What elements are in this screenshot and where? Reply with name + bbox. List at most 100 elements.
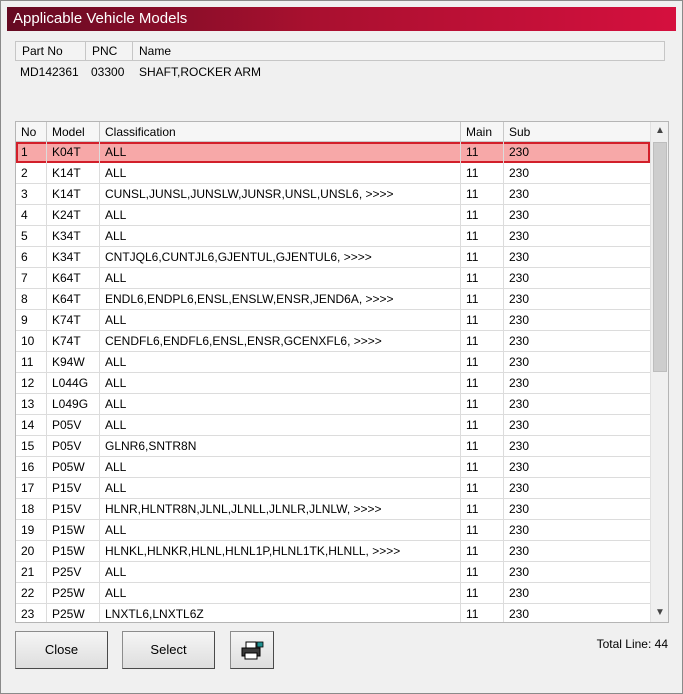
column-header-classification[interactable]: Classification — [100, 122, 461, 142]
cell-main: 11 — [461, 184, 504, 205]
cell-model: K04T — [47, 142, 100, 163]
cell-main: 11 — [461, 541, 504, 562]
cell-main: 11 — [461, 163, 504, 184]
cell-classification: ALL — [100, 205, 461, 226]
cell-classification: CNTJQL6,CUNTJL6,GJENTUL,GJENTUL6, >>>> — [100, 247, 461, 268]
cell-main: 11 — [461, 205, 504, 226]
table-row[interactable]: 20 P15W HLNKL,HLNKR,HLNL,HLNL1P,HLNL1TK,HL… — [16, 541, 650, 562]
cell-classification: HLNKL,HLNKR,HLNL,HLNL1P,HLNL1TK,HLNLL, >… — [100, 541, 461, 562]
table-row[interactable]: 10 K74T CENDFL6,ENDFL6,ENSL,ENSR,GCENXFL6,… — [16, 331, 650, 352]
table-row[interactable]: 7 K64T ALL 11 230 — [16, 268, 650, 289]
column-header-model[interactable]: Model — [47, 122, 100, 142]
cell-main: 11 — [461, 415, 504, 436]
table-row[interactable]: 19 P15W ALL 11 230 — [16, 520, 650, 541]
scroll-thumb[interactable] — [653, 142, 667, 372]
part-info-panel: Part No PNC Name MD142361 03300 SHAFT,RO… — [15, 41, 665, 119]
cell-sub: 230 — [509, 439, 530, 453]
cell-sub: 230 — [509, 355, 530, 369]
applicable-vehicle-models-dialog: Applicable Vehicle Models Part No PNC Na… — [0, 0, 683, 694]
scroll-down-arrow-icon[interactable]: ▼ — [651, 604, 668, 622]
cell-sub: 230 — [509, 586, 530, 600]
print-button[interactable] — [230, 631, 274, 669]
table-row[interactable]: 3 K14T CUNSL,JUNSL,JUNSLW,JUNSR,UNSL,UNSL6… — [16, 184, 650, 205]
part-name: SHAFT,ROCKER ARM — [139, 65, 262, 79]
cell-classification: ALL — [100, 310, 461, 331]
cell-main: 11 — [461, 142, 504, 163]
column-header-main[interactable]: Main — [461, 122, 504, 142]
cell-main: 11 — [461, 247, 504, 268]
table-row[interactable]: 13 L049G ALL 11 230 — [16, 394, 650, 415]
table-row[interactable]: 5 K34T ALL 11 230 — [16, 226, 650, 247]
cell-sub: 230 — [509, 481, 530, 495]
cell-classification: ALL — [100, 163, 461, 184]
cell-no: 9 — [16, 310, 47, 331]
table-row[interactable]: 23 P25W LNXTL6,LNXTL6Z 11 230 — [16, 604, 650, 622]
table-row[interactable]: 21 P25V ALL 11 230 — [16, 562, 650, 583]
cell-main: 11 — [461, 226, 504, 247]
cell-classification: CUNSL,JUNSL,JUNSLW,JUNSR,UNSL,UNSL6, >>>… — [100, 184, 461, 205]
table-row[interactable]: 4 K24T ALL 11 230 — [16, 205, 650, 226]
cell-model: K14T — [47, 163, 100, 184]
cell-model: P25W — [47, 583, 100, 604]
cell-sub: 230 — [509, 187, 530, 201]
table-row[interactable]: 12 L044G ALL 11 230 — [16, 373, 650, 394]
cell-model: P15V — [47, 499, 100, 520]
cell-classification: ALL — [100, 478, 461, 499]
cell-main: 11 — [461, 478, 504, 499]
part-number: MD142361 — [20, 65, 79, 79]
scroll-up-arrow-icon[interactable]: ▲ — [651, 122, 668, 140]
table-header: No Model Classification Main Sub — [16, 122, 650, 142]
cell-classification: ALL — [100, 268, 461, 289]
cell-main: 11 — [461, 331, 504, 352]
cell-sub: 230 — [509, 460, 530, 474]
cell-sub: 230 — [509, 313, 530, 327]
cell-sub: 230 — [509, 292, 530, 306]
cell-no: 12 — [16, 373, 47, 394]
table-row[interactable]: 6 K34T CNTJQL6,CUNTJL6,GJENTUL,GJENTUL6, >… — [16, 247, 650, 268]
cell-sub: 230 — [509, 523, 530, 537]
header-part-no: Part No — [16, 42, 86, 60]
cell-no: 3 — [16, 184, 47, 205]
table-row[interactable]: 22 P25W ALL 11 230 — [16, 583, 650, 604]
table-row[interactable]: 8 K64T ENDL6,ENDPL6,ENSL,ENSLW,ENSR,JEND6A… — [16, 289, 650, 310]
cell-main: 11 — [461, 520, 504, 541]
cell-model: P05V — [47, 436, 100, 457]
select-button[interactable]: Select — [122, 631, 215, 669]
cell-model: L049G — [47, 394, 100, 415]
table-row[interactable]: 2 K14T ALL 11 230 — [16, 163, 650, 184]
cell-classification: ALL — [100, 226, 461, 247]
table-row[interactable]: 15 P05V GLNR6,SNTR8N 11 230 — [16, 436, 650, 457]
cell-model: P05V — [47, 415, 100, 436]
table-row[interactable]: 14 P05V ALL 11 230 — [16, 415, 650, 436]
cell-model: K74T — [47, 331, 100, 352]
table-row[interactable]: 11 K94W ALL 11 230 — [16, 352, 650, 373]
table-row[interactable]: 9 K74T ALL 11 230 — [16, 310, 650, 331]
cell-no: 20 — [16, 541, 47, 562]
cell-main: 11 — [461, 457, 504, 478]
pnc-value: 03300 — [91, 65, 125, 79]
table-row[interactable]: 18 P15V HLNR,HLNTR8N,JLNL,JLNLL,JLNLR,JLNL… — [16, 499, 650, 520]
cell-no: 5 — [16, 226, 47, 247]
table-row[interactable]: 1 K04T ALL 11 230 — [16, 142, 650, 163]
table-row[interactable]: 17 P15V ALL 11 230 — [16, 478, 650, 499]
cell-model: K14T — [47, 184, 100, 205]
close-button[interactable]: Close — [15, 631, 108, 669]
cell-main: 11 — [461, 310, 504, 331]
column-header-no[interactable]: No — [16, 122, 47, 142]
cell-classification: ALL — [100, 562, 461, 583]
cell-no: 7 — [16, 268, 47, 289]
table-row[interactable]: 16 P05W ALL 11 230 — [16, 457, 650, 478]
cell-classification: HLNR,HLNTR8N,JLNL,JLNLL,JLNLR,JLNLW, >>>… — [100, 499, 461, 520]
cell-no: 16 — [16, 457, 47, 478]
header-pnc: PNC — [86, 42, 133, 60]
cell-no: 21 — [16, 562, 47, 583]
cell-no: 11 — [16, 352, 47, 373]
vertical-scrollbar[interactable]: ▲ ▼ — [650, 122, 668, 622]
column-header-sub[interactable]: Sub — [504, 122, 650, 142]
cell-main: 11 — [461, 562, 504, 583]
part-info-row: MD142361 03300 SHAFT,ROCKER ARM — [15, 63, 665, 81]
cell-no: 4 — [16, 205, 47, 226]
cell-model: P15V — [47, 478, 100, 499]
cell-sub: 230 — [509, 334, 530, 348]
cell-no: 13 — [16, 394, 47, 415]
